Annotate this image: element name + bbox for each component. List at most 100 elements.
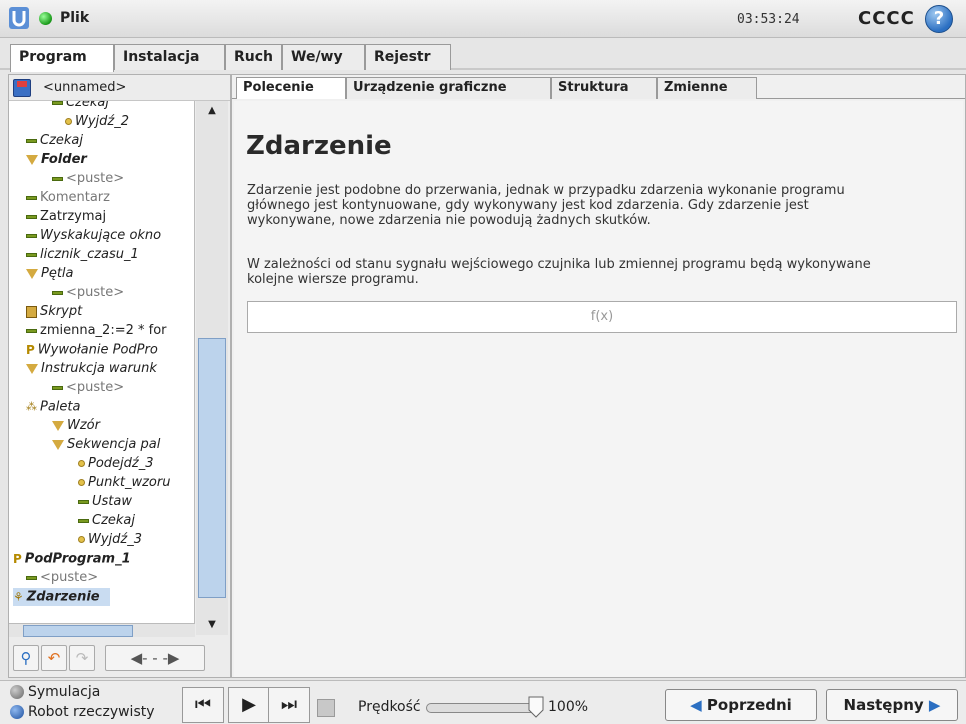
tree-node-label: Czekaj	[66, 101, 110, 110]
rewind-icon[interactable]: ⏮	[182, 687, 224, 723]
folder-icon	[52, 439, 64, 450]
tree-node[interactable]: <puste>	[26, 569, 98, 587]
previous-button[interactable]: ◀ Poprzedni	[665, 689, 817, 721]
previous-label: Poprzedni	[706, 696, 792, 714]
tree-node[interactable]: Instrukcja warunk	[26, 360, 157, 378]
tree-node-label: licznik_czasu_1	[40, 247, 139, 262]
scroll-up-icon[interactable]: ▲	[198, 103, 226, 119]
next-label: Następny	[843, 696, 924, 714]
command-icon	[52, 176, 63, 181]
folder-icon	[26, 268, 38, 279]
tree-node-label: Paleta	[40, 399, 81, 415]
program-tree[interactable]: Czekaj Wyjdź_2 Czekaj Folder <puste> Komentar…	[9, 101, 195, 635]
tree-node[interactable]: <puste>	[52, 379, 124, 397]
tree-node[interactable]: P Wywołanie PodPro	[26, 341, 158, 359]
tree-node[interactable]: ⚘ Zdarzenie	[13, 588, 110, 606]
folder-icon	[26, 154, 38, 165]
tree-node[interactable]: Zatrzymaj	[26, 208, 106, 226]
tree-node[interactable]: zmienna_2:=2 * for	[26, 322, 167, 340]
tree-node-label: Skrypt	[40, 304, 83, 319]
help-icon[interactable]: ?	[925, 5, 953, 33]
tab-polecenie[interactable]: Polecenie	[236, 77, 346, 99]
hscroll-thumb[interactable]	[23, 625, 133, 637]
arrow-right-icon: ▶	[923, 696, 941, 714]
speed-value: 100%	[548, 699, 589, 715]
redo-icon[interactable]: ↷	[69, 645, 95, 671]
tree-node-label: Zdarzenie	[26, 589, 100, 605]
tab-we-wy[interactable]: We/wy	[282, 44, 365, 70]
tree-node[interactable]: Czekaj	[52, 101, 109, 112]
waypoint-icon	[65, 118, 72, 125]
undo-icon[interactable]: ↶	[41, 645, 67, 671]
subprogram-icon: P	[26, 343, 35, 357]
tree-toolbar: ⚲ ↶ ↷ ◀- - -▶	[9, 643, 230, 677]
tree-node-label: <puste>	[66, 171, 125, 186]
tree-node[interactable]: Wzór	[52, 417, 100, 435]
top-bar: Plik 03:53:24 CCCC ?	[0, 0, 966, 38]
command-icon	[26, 214, 37, 219]
stop-icon[interactable]	[317, 699, 335, 717]
tree-node-label: Wyskakujące okno	[40, 228, 162, 243]
tree-node[interactable]: P PodProgram_1	[13, 550, 131, 568]
tree-node[interactable]: Sekwencja pal	[52, 436, 160, 454]
tree-node-label: Czekaj	[92, 513, 136, 528]
speed-slider-thumb[interactable]	[528, 696, 544, 718]
ur-logo-icon	[9, 7, 29, 29]
tree-node-label: Wzór	[67, 418, 100, 433]
tree-node[interactable]: Folder	[26, 151, 87, 169]
tree-node[interactable]: Wyskakujące okno	[26, 227, 161, 245]
tree-node[interactable]: <puste>	[52, 284, 124, 302]
search-icon[interactable]: ⚲	[13, 645, 39, 671]
tab-urzadzenie-graficzne[interactable]: Urządzenie graficzne	[346, 77, 551, 99]
tree-node[interactable]: <puste>	[52, 170, 124, 188]
expand-collapse-icon[interactable]: ◀- - -▶	[105, 645, 205, 671]
tree-node-label: Komentarz	[40, 190, 110, 205]
command-icon	[52, 290, 63, 295]
real-robot-radio[interactable]	[10, 705, 24, 719]
tree-horizontal-scrollbar[interactable]	[9, 623, 195, 637]
tree-node[interactable]: Komentarz	[26, 189, 110, 207]
tree-node[interactable]: Punkt_wzoru	[78, 474, 170, 492]
speed-slider[interactable]	[426, 703, 536, 713]
robot-status-icon	[39, 12, 52, 25]
tree-node[interactable]: Czekaj	[26, 132, 83, 150]
scroll-down-icon[interactable]: ▼	[198, 617, 226, 633]
speed-label: Prędkość	[358, 699, 421, 715]
tree-node[interactable]: Pętla	[26, 265, 74, 283]
subprogram-icon: P	[13, 552, 22, 566]
tree-node[interactable]: Wyjdź_2	[65, 113, 129, 131]
save-icon[interactable]	[13, 79, 31, 97]
expression-field[interactable]: f(x)	[247, 301, 957, 333]
file-menu[interactable]: Plik	[60, 10, 89, 26]
tree-node-label: Wyjdź_3	[88, 532, 143, 547]
scroll-thumb[interactable]	[198, 338, 226, 598]
tab-instalacja[interactable]: Instalacja	[114, 44, 225, 70]
tab-program[interactable]: Program	[10, 44, 114, 72]
tree-node[interactable]: licznik_czasu_1	[26, 246, 139, 264]
next-button[interactable]: Następny ▶	[826, 689, 958, 721]
tree-node-label: zmienna_2:=2 * for	[40, 323, 167, 338]
tree-node-label: Sekwencja pal	[67, 437, 161, 452]
tree-node[interactable]: Podejdź_3	[78, 455, 154, 473]
sub-tabs: Polecenie Urządzenie graficzne Struktura…	[232, 77, 965, 99]
tree-node[interactable]: ⁂ Paleta	[26, 398, 80, 416]
tab-ruch[interactable]: Ruch	[225, 44, 282, 70]
tree-node[interactable]: Wyjdź_3	[78, 531, 142, 549]
command-icon	[26, 195, 37, 200]
command-icon	[78, 499, 89, 504]
tree-node[interactable]: Czekaj	[78, 512, 135, 530]
simulation-radio[interactable]	[10, 685, 24, 699]
play-icon[interactable]: ▶	[228, 687, 270, 723]
tree-node[interactable]: Ustaw	[78, 493, 132, 511]
tab-zmienne[interactable]: Zmienne	[657, 77, 757, 99]
tree-node[interactable]: Skrypt	[26, 303, 82, 321]
tree-node-label: Wyjdź_2	[75, 114, 130, 129]
real-robot-label: Robot rzeczywisty	[28, 704, 155, 720]
command-icon	[78, 518, 89, 523]
tab-struktura[interactable]: Struktura	[551, 77, 657, 99]
tab-rejestr[interactable]: Rejestr	[365, 44, 451, 70]
program-header: <unnamed>	[9, 75, 230, 101]
tree-vertical-scrollbar[interactable]: ▲ ▼	[196, 101, 228, 635]
folder-icon	[52, 420, 64, 431]
step-icon[interactable]: ⏭	[268, 687, 310, 723]
